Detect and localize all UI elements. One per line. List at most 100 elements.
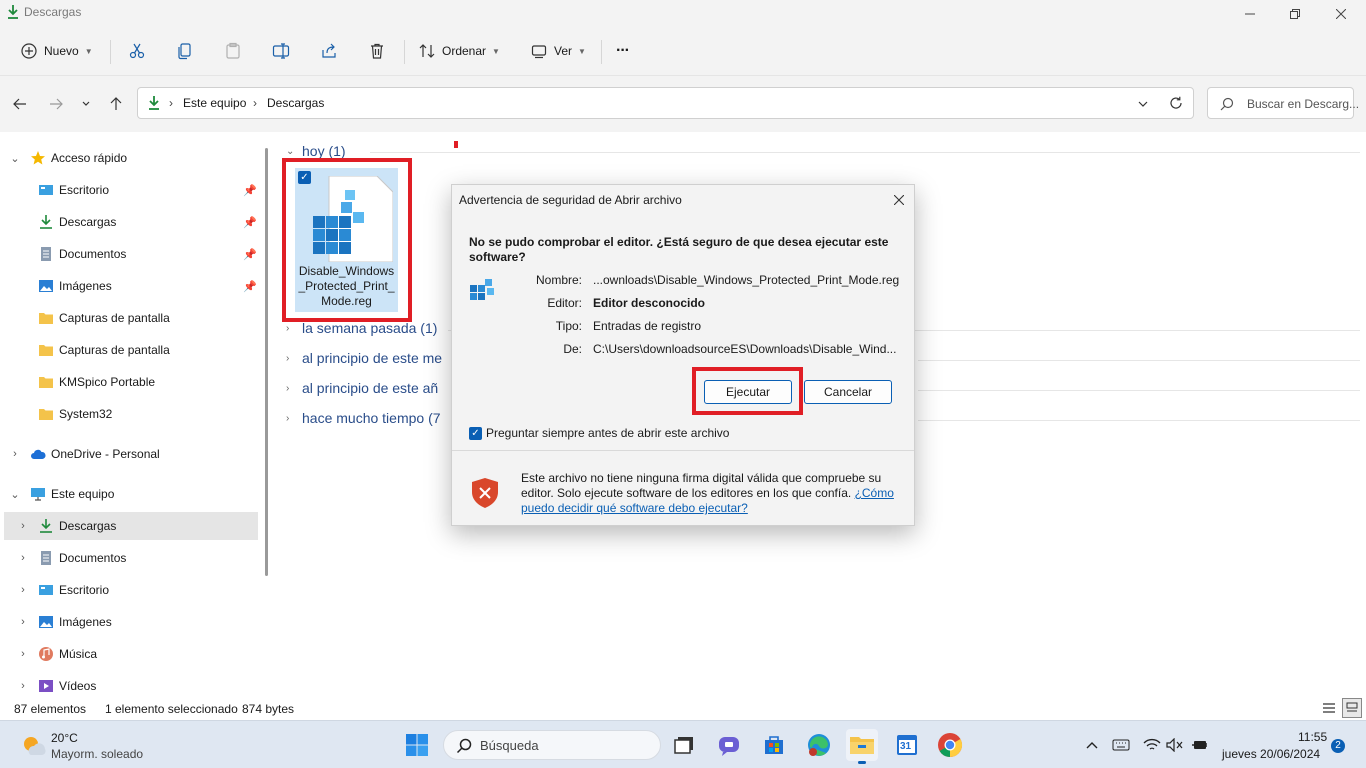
network-button[interactable] xyxy=(1141,735,1163,755)
keyboard-button[interactable] xyxy=(1110,735,1132,755)
sidebar-item-imagenes[interactable]: Imágenes 📌 xyxy=(0,272,258,300)
group-header-long-ago[interactable]: › hace mucho tiempo (7 xyxy=(286,410,441,426)
copy-button[interactable] xyxy=(176,38,194,64)
sidebar-item-label: Documentos xyxy=(59,247,127,261)
start-button[interactable] xyxy=(401,729,433,761)
copy-icon xyxy=(178,43,191,60)
weather-desc[interactable]: Mayorm. soleado xyxy=(51,747,143,761)
always-ask-label: Preguntar siempre antes de abrir este ar… xyxy=(486,426,730,440)
recent-locations-button[interactable] xyxy=(76,94,96,114)
sidebar-item-onedrive[interactable]: › OneDrive - Personal xyxy=(0,440,258,468)
edge-button[interactable] xyxy=(803,729,835,761)
pin-icon[interactable]: 📌 xyxy=(243,184,257,197)
share-button[interactable] xyxy=(320,38,338,64)
sidebar-item-descargas[interactable]: Descargas 📌 xyxy=(0,208,258,236)
breadcrumb-downloads[interactable]: Descargas xyxy=(267,96,324,110)
sidebar-item-pc-descargas[interactable]: › Descargas xyxy=(4,512,258,540)
notification-badge[interactable]: 2 xyxy=(1331,739,1345,753)
selection-size: 874 bytes xyxy=(242,702,295,716)
task-view-button[interactable] xyxy=(668,729,700,761)
tiles-view-button[interactable] xyxy=(1342,698,1362,718)
sort-button[interactable]: Ordenar ▼ xyxy=(418,38,500,64)
sidebar-item-documentos[interactable]: Documentos 📌 xyxy=(0,240,258,268)
details-view-icon[interactable] xyxy=(1322,701,1336,715)
pin-icon[interactable]: 📌 xyxy=(243,216,257,229)
sidebar-item-escritorio[interactable]: Escritorio 📌 xyxy=(0,176,258,204)
chevron-right-icon[interactable]: › xyxy=(16,648,30,660)
sidebar-item-folder[interactable]: Capturas de pantalla xyxy=(0,304,258,332)
search-icon xyxy=(456,738,472,754)
sidebar-item-pc-escritorio[interactable]: › Escritorio xyxy=(0,576,258,604)
sidebar-item-pc-documentos[interactable]: › Documentos xyxy=(0,544,258,572)
store-button[interactable] xyxy=(758,729,790,761)
group-header-this-month[interactable]: › al principio de este me xyxy=(286,350,442,366)
chevron-right-icon[interactable]: › xyxy=(16,552,30,564)
chevron-right-icon[interactable]: › xyxy=(16,584,30,596)
chevron-down-icon[interactable]: ⌄ xyxy=(8,488,22,501)
delete-button[interactable] xyxy=(368,38,386,64)
weather-sun-icon[interactable] xyxy=(20,733,46,757)
show-hidden-icons-button[interactable] xyxy=(1081,735,1103,755)
minimize-button[interactable] xyxy=(1227,0,1273,28)
sidebar-item-pc-musica[interactable]: › Música xyxy=(0,640,258,668)
download-icon xyxy=(149,96,159,110)
file-explorer-button[interactable] xyxy=(846,729,878,764)
cut-button[interactable] xyxy=(128,38,146,64)
divider xyxy=(601,40,602,64)
dialog-close-button[interactable] xyxy=(888,189,910,211)
sidebar-item-folder[interactable]: KMSpico Portable xyxy=(0,368,258,396)
breadcrumb-this-pc[interactable]: Este equipo xyxy=(183,96,246,110)
sidebar-item-pc-imagenes[interactable]: › Imágenes xyxy=(0,608,258,636)
task-view-icon xyxy=(674,737,693,754)
highlight-box-file xyxy=(282,158,412,322)
search-input[interactable]: Buscar en Descarg... xyxy=(1207,87,1359,119)
back-button[interactable] xyxy=(10,94,30,114)
taskbar-search[interactable]: Búsqueda xyxy=(443,730,661,760)
chevron-down-icon: ⌄ xyxy=(286,145,295,157)
group-header-this-year[interactable]: › al principio de este añ xyxy=(286,380,438,396)
forward-button[interactable] xyxy=(46,94,66,114)
chevron-right-icon[interactable]: › xyxy=(16,616,30,628)
pin-icon[interactable]: 📌 xyxy=(243,248,257,261)
group-header-today[interactable]: ⌄ hoy (1) xyxy=(286,143,346,159)
group-label: la semana pasada (1) xyxy=(302,320,438,336)
new-button[interactable]: Nuevo ▼ xyxy=(20,38,93,64)
battery-button[interactable] xyxy=(1189,735,1211,755)
rename-button[interactable] xyxy=(272,38,290,64)
close-button[interactable] xyxy=(1318,0,1364,28)
address-bar[interactable]: › Este equipo › Descargas xyxy=(137,87,1194,119)
refresh-icon[interactable] xyxy=(1169,96,1183,110)
group-header-last-week[interactable]: › la semana pasada (1) xyxy=(286,320,437,336)
pin-icon[interactable]: 📌 xyxy=(243,280,257,293)
more-options-button[interactable]: ··· xyxy=(616,38,630,64)
always-ask-checkbox[interactable]: ✓ Preguntar siempre antes de abrir este … xyxy=(469,426,729,440)
clock-time[interactable]: 11:55 xyxy=(1298,730,1327,744)
star-icon xyxy=(31,151,45,165)
restore-button[interactable] xyxy=(1272,0,1318,28)
chevron-right-icon[interactable]: › xyxy=(16,680,30,692)
view-button[interactable]: Ver ▼ xyxy=(530,38,586,64)
sidebar-item-folder[interactable]: Capturas de pantalla xyxy=(0,336,258,364)
calendar-button[interactable]: 31 xyxy=(891,729,923,761)
sidebar-item-label: Documentos xyxy=(59,551,127,565)
view-icon xyxy=(531,45,547,59)
clock-date[interactable]: jueves 20/06/2024 xyxy=(1222,747,1320,761)
chrome-button[interactable] xyxy=(934,729,966,761)
sidebar-item-quick-access[interactable]: ⌄ Acceso rápido xyxy=(0,144,258,172)
paste-button[interactable] xyxy=(224,38,242,64)
volume-button[interactable] xyxy=(1164,735,1186,755)
cancel-button[interactable]: Cancelar xyxy=(804,380,892,404)
teams-chat-button[interactable] xyxy=(713,729,745,761)
chevron-down-icon[interactable] xyxy=(1138,99,1148,109)
sidebar-scrollbar[interactable] xyxy=(265,148,268,576)
sidebar-item-this-pc[interactable]: ⌄ Este equipo xyxy=(0,480,258,508)
weather-temp[interactable]: 20°C xyxy=(51,731,78,745)
checkbox-checked[interactable]: ✓ xyxy=(469,426,482,440)
arrow-up-icon xyxy=(110,97,122,110)
chevron-right-icon[interactable]: › xyxy=(8,448,22,460)
chevron-down-icon[interactable]: ⌄ xyxy=(8,152,22,165)
windows-logo-icon xyxy=(406,734,428,756)
up-button[interactable] xyxy=(106,94,126,114)
sidebar-item-folder[interactable]: System32 xyxy=(0,400,258,428)
chevron-right-icon[interactable]: › xyxy=(16,520,30,532)
